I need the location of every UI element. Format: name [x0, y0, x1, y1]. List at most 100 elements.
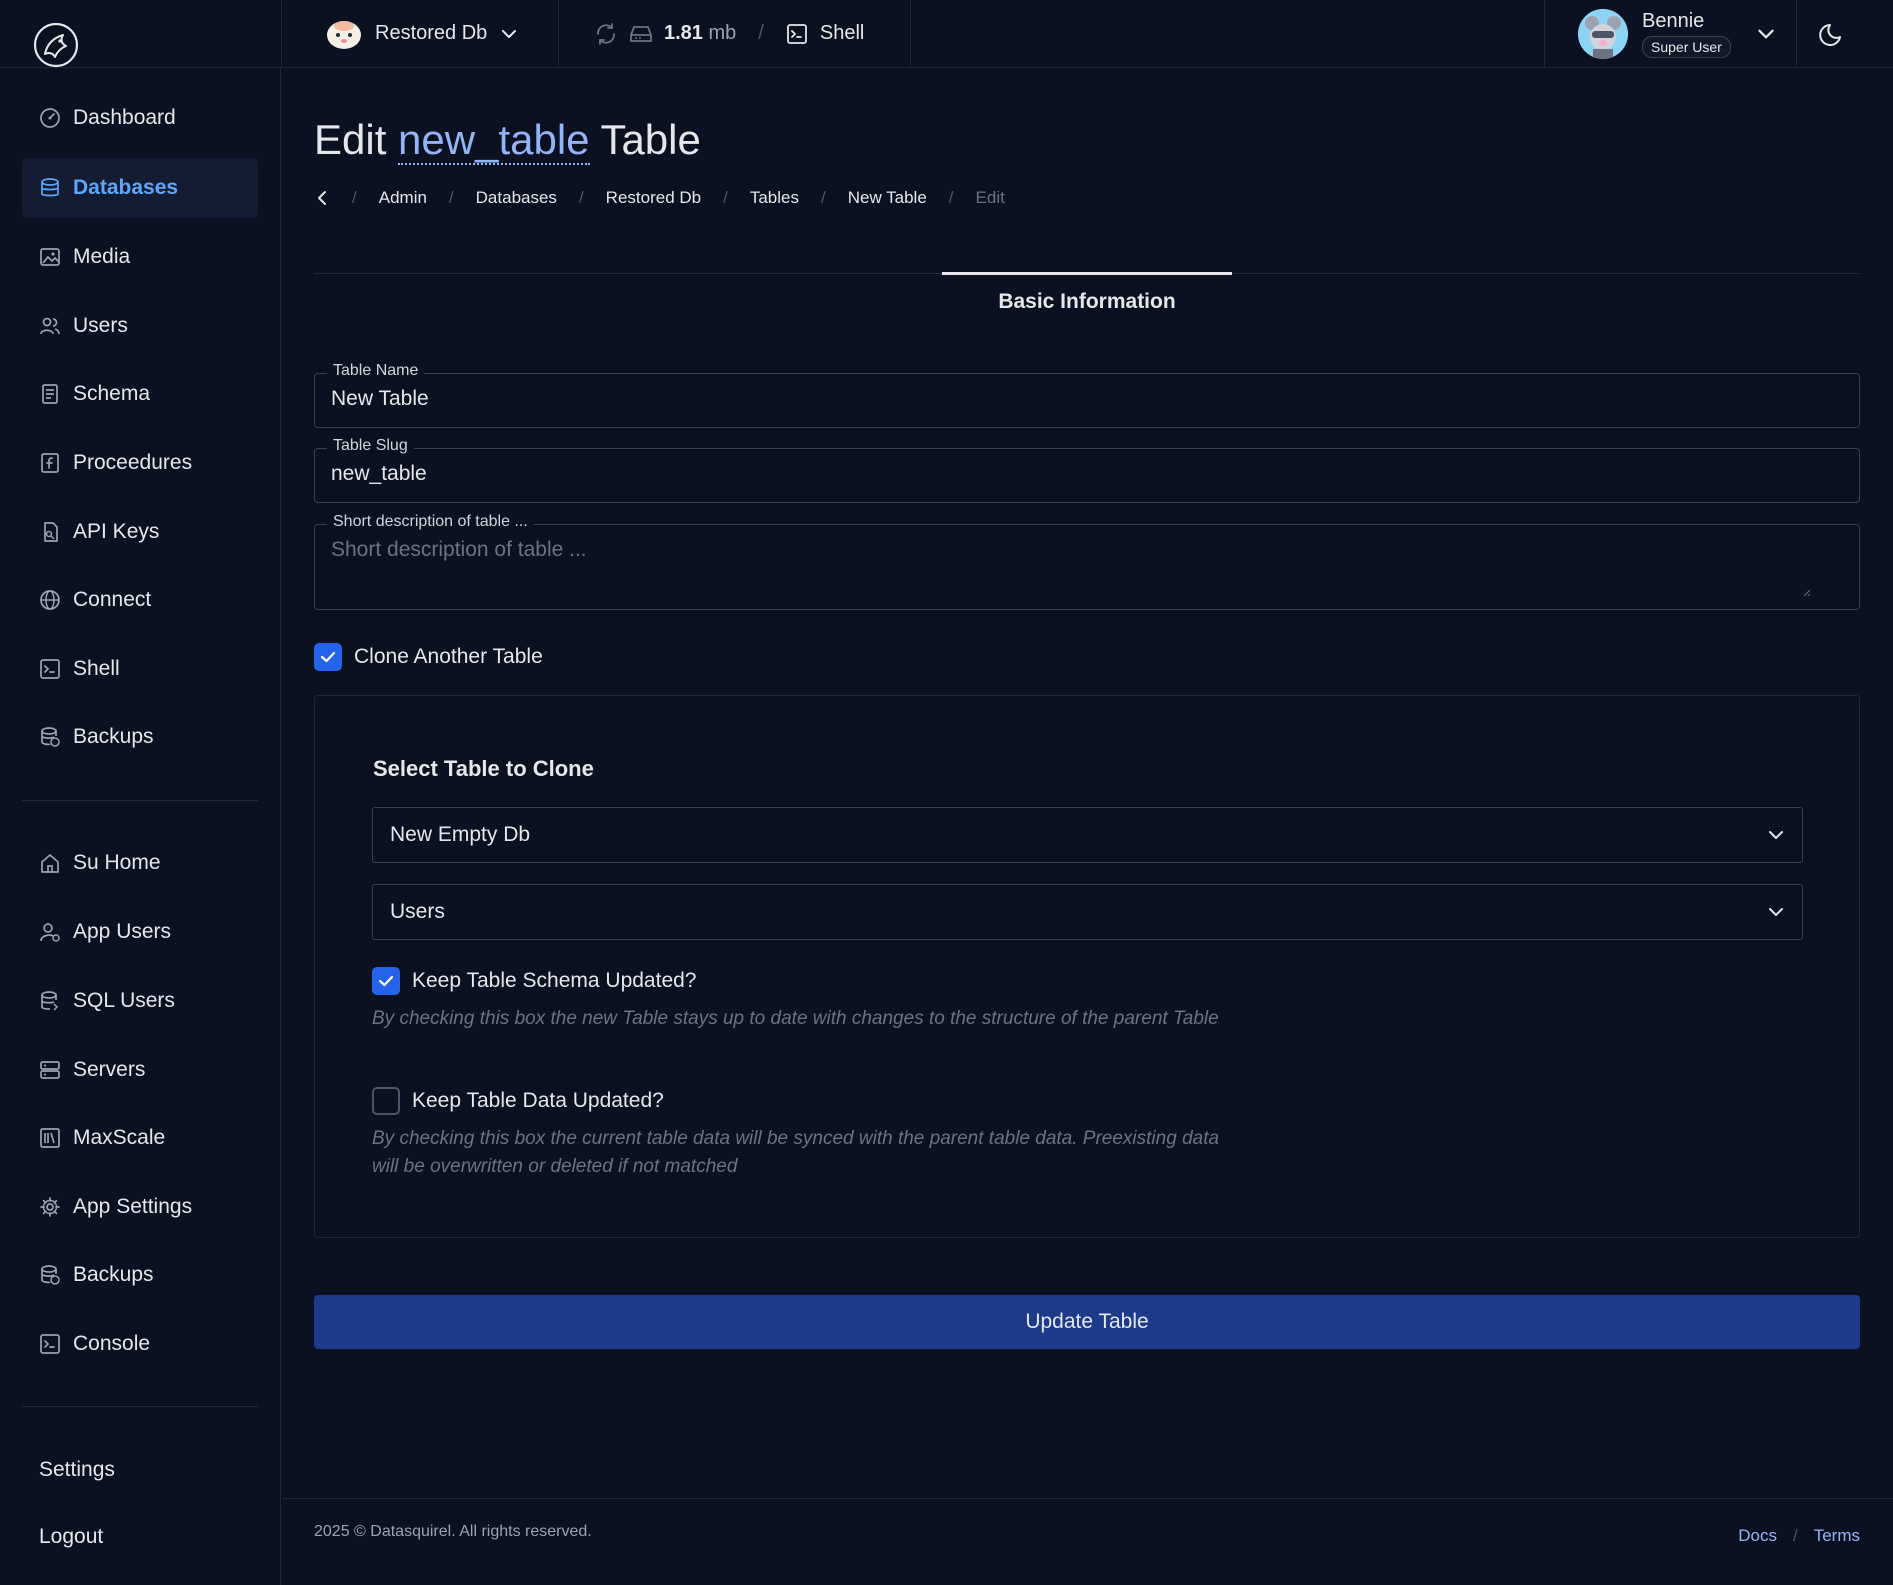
db-size-value: 1.81: [664, 22, 703, 44]
sidebar-item-su-home[interactable]: Su Home: [22, 833, 258, 893]
back-button[interactable]: [314, 189, 330, 207]
logout-link[interactable]: Logout: [39, 1525, 103, 1549]
sidebar-item-proceedures[interactable]: Proceedures: [22, 433, 258, 493]
source-database-select[interactable]: New Empty Db: [372, 807, 1803, 863]
title-prefix: Edit: [314, 116, 387, 163]
sidebar-item-label: Proceedures: [73, 451, 193, 474]
sidebar-item-label: Console: [73, 1332, 151, 1355]
sidebar-item-label: App Users: [73, 920, 172, 943]
logo-icon: [33, 22, 79, 67]
table-name-input[interactable]: New Table: [331, 387, 1831, 411]
avatar: [1578, 8, 1628, 59]
description-textarea[interactable]: Short description of table ...: [331, 538, 1831, 562]
sidebar-item-label: SQL Users: [73, 989, 175, 1012]
source-database-value: New Empty Db: [390, 823, 531, 846]
database-name: Restored Db: [375, 22, 488, 44]
checkbox-unchecked[interactable]: [372, 1087, 400, 1115]
sidebar-item-connect[interactable]: Connect: [22, 570, 258, 630]
sidebar: Dashboard Databases Media Users Schema P…: [0, 68, 281, 1585]
key-icon: [44, 522, 58, 542]
sidebar-item-shell[interactable]: Shell: [22, 639, 258, 699]
breadcrumb-separator: /: [578, 188, 584, 207]
sidebar-item-admin-backups[interactable]: Backups: [22, 1245, 258, 1305]
function-icon: [41, 453, 59, 473]
table-slug-input[interactable]: new_table: [331, 462, 1831, 486]
resize-handle-icon[interactable]: [1801, 587, 1811, 597]
moon-icon: [1819, 23, 1841, 46]
tab-bar: Basic Information: [314, 272, 1860, 333]
source-table-select[interactable]: Users: [372, 884, 1803, 940]
db-size-unit: mb: [708, 22, 737, 44]
update-table-button[interactable]: Update Table: [314, 1295, 1860, 1349]
terminal-icon: [40, 1334, 60, 1354]
breadcrumb-separator: /: [820, 188, 826, 207]
schema-icon: [42, 384, 58, 404]
settings-link[interactable]: Settings: [39, 1458, 115, 1482]
backup-icon: [41, 727, 60, 747]
sidebar-item-label: MaxScale: [73, 1126, 166, 1149]
breadcrumb-current: Edit: [975, 188, 1005, 207]
breadcrumb-item[interactable]: Databases: [476, 188, 557, 208]
source-table-value: Users: [390, 900, 445, 923]
hard-drive-icon: [630, 25, 652, 42]
breadcrumb-item[interactable]: Admin: [379, 188, 427, 208]
sidebar-item-backups[interactable]: Backups: [22, 707, 258, 767]
copyright: 2025 © Datasquirel. All rights reserved.: [314, 1523, 592, 1540]
sidebar-item-label: Shell: [73, 657, 120, 680]
tab-basic-information[interactable]: Basic Information: [942, 272, 1232, 330]
sidebar-item-sql-users[interactable]: SQL Users: [22, 971, 258, 1031]
breadcrumb-item[interactable]: Tables: [750, 188, 799, 208]
home-icon: [41, 854, 59, 873]
dashboard-icon: [40, 108, 60, 128]
database-switcher[interactable]: Restored Db: [325, 0, 519, 67]
server-icon: [40, 1061, 60, 1079]
sidebar-item-label: Users: [73, 314, 128, 337]
sidebar-item-media[interactable]: Media: [22, 227, 258, 287]
library-icon: [40, 1128, 60, 1148]
sidebar-item-users[interactable]: Users: [22, 296, 258, 356]
shell-link[interactable]: Shell: [786, 22, 864, 45]
table-slug-label: Table Slug: [327, 437, 414, 455]
breadcrumb-separator: /: [723, 188, 728, 207]
shell-label: Shell: [819, 22, 865, 44]
refresh-icon[interactable]: [594, 22, 618, 46]
sidebar-item-schema[interactable]: Schema: [22, 364, 258, 424]
table-slug-field[interactable]: Table Slug new_table: [314, 437, 1860, 503]
keep-schema-checkbox[interactable]: Keep Table Schema Updated?: [372, 967, 696, 995]
sidebar-item-console[interactable]: Console: [22, 1314, 258, 1374]
breadcrumb: / Admin / Databases / Restored Db / Tabl…: [314, 188, 1005, 208]
user-cog-icon: [40, 923, 60, 942]
sidebar-item-label: Databases: [73, 176, 179, 199]
sidebar-item-label: Connect: [73, 588, 152, 611]
sidebar-item-app-users[interactable]: App Users: [22, 902, 258, 962]
sidebar-item-label: App Settings: [73, 1195, 193, 1218]
sidebar-item-servers[interactable]: Servers: [22, 1040, 258, 1100]
table-name-field[interactable]: Table Name New Table: [314, 362, 1860, 428]
footer-separator: /: [1792, 1526, 1798, 1545]
checkbox-checked[interactable]: [314, 643, 342, 671]
clone-table-checkbox[interactable]: Clone Another Table: [314, 643, 543, 671]
main-content: Edit new_table Table / Admin / Databases…: [282, 68, 1893, 1585]
docs-link[interactable]: Docs: [1738, 1526, 1777, 1546]
sidebar-item-label: API Keys: [73, 520, 160, 543]
breadcrumb-separator: /: [352, 188, 357, 207]
chevron-down-icon: [1769, 831, 1783, 839]
keep-schema-help: By checking this box the new Table stays…: [372, 1008, 1219, 1029]
title-slug[interactable]: new_table: [398, 116, 590, 165]
sidebar-item-dashboard[interactable]: Dashboard: [22, 88, 258, 148]
sidebar-item-databases[interactable]: Databases: [22, 158, 258, 218]
theme-toggle[interactable]: [1818, 0, 1846, 67]
keep-data-checkbox[interactable]: Keep Table Data Updated?: [372, 1087, 664, 1115]
breadcrumb-item[interactable]: Restored Db: [606, 188, 701, 208]
sidebar-item-maxscale[interactable]: MaxScale: [22, 1108, 258, 1168]
sidebar-item-app-settings[interactable]: App Settings: [22, 1177, 258, 1237]
checkbox-checked[interactable]: [372, 967, 400, 995]
chevron-down-icon: [502, 29, 517, 38]
user-menu[interactable]: Bennie Super User: [1578, 0, 1777, 67]
sidebar-item-api-keys[interactable]: API Keys: [22, 502, 258, 562]
description-field[interactable]: Short description of table ... Short des…: [314, 513, 1860, 610]
terminal-icon: [40, 659, 60, 679]
terms-link[interactable]: Terms: [1814, 1526, 1860, 1546]
breadcrumb-item[interactable]: New Table: [848, 188, 927, 208]
footer: 2025 © Datasquirel. All rights reserved.…: [282, 1498, 1893, 1585]
